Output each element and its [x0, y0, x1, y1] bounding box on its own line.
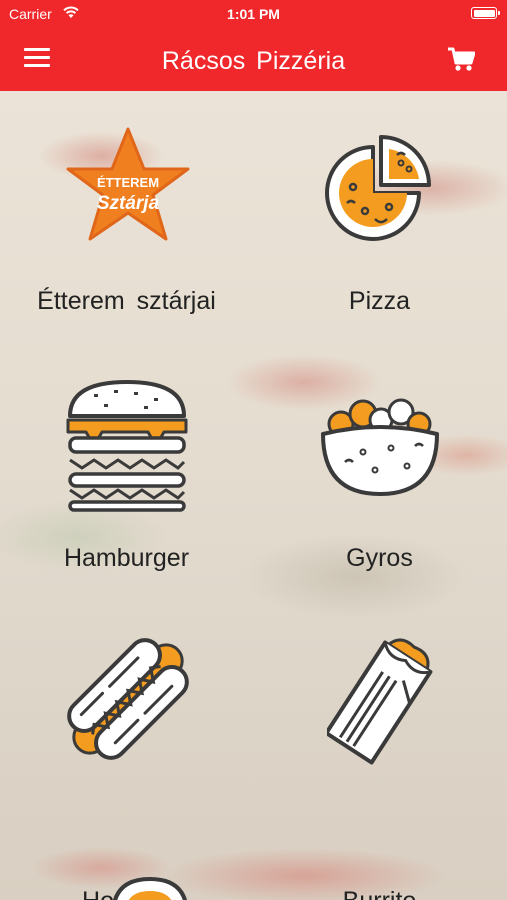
logo-text-line2: Sztárja	[97, 193, 160, 214]
app-header: Rácsos Pizzéria	[0, 28, 507, 91]
category-label: Hamburger	[63, 544, 190, 572]
category-hamburger[interactable]: Hamburger	[0, 346, 253, 601]
category-label: Burrito	[253, 887, 506, 900]
logo-text-line1: ÉTTEREM	[97, 175, 159, 190]
pizza-icon	[325, 135, 431, 241]
page-title: Rácsos Pizzéria	[161, 47, 346, 75]
gyros-bowl-icon	[321, 398, 439, 496]
shopping-cart-icon[interactable]	[447, 46, 475, 72]
category-hotdog[interactable]: Hot-dog	[0, 601, 253, 900]
category-label: Gyros	[346, 544, 413, 572]
hotdog-icon	[67, 638, 189, 760]
category-label: Étterem sztárjai	[37, 287, 216, 315]
star-badge-icon: ÉTTEREM Sztárja	[66, 127, 190, 241]
category-pizza[interactable]: Pizza	[253, 91, 506, 346]
status-bar: Carrier 1:01 PM	[0, 0, 507, 28]
partial-category-icon	[112, 876, 188, 900]
category-burrito[interactable]: Burrito	[253, 601, 506, 900]
clock: 1:01 PM	[227, 6, 280, 22]
battery-icon	[471, 7, 500, 19]
burger-icon	[66, 380, 188, 512]
category-label: Pizza	[348, 287, 411, 315]
burrito-icon	[327, 638, 433, 765]
category-restaurant-stars[interactable]: ÉTTEREM Sztárja Étterem sztárjai	[0, 91, 253, 346]
category-gyros[interactable]: Gyros	[253, 346, 506, 601]
food-background: ÉTTEREM Sztárja Étterem sztárjai Pizza H…	[0, 91, 507, 900]
